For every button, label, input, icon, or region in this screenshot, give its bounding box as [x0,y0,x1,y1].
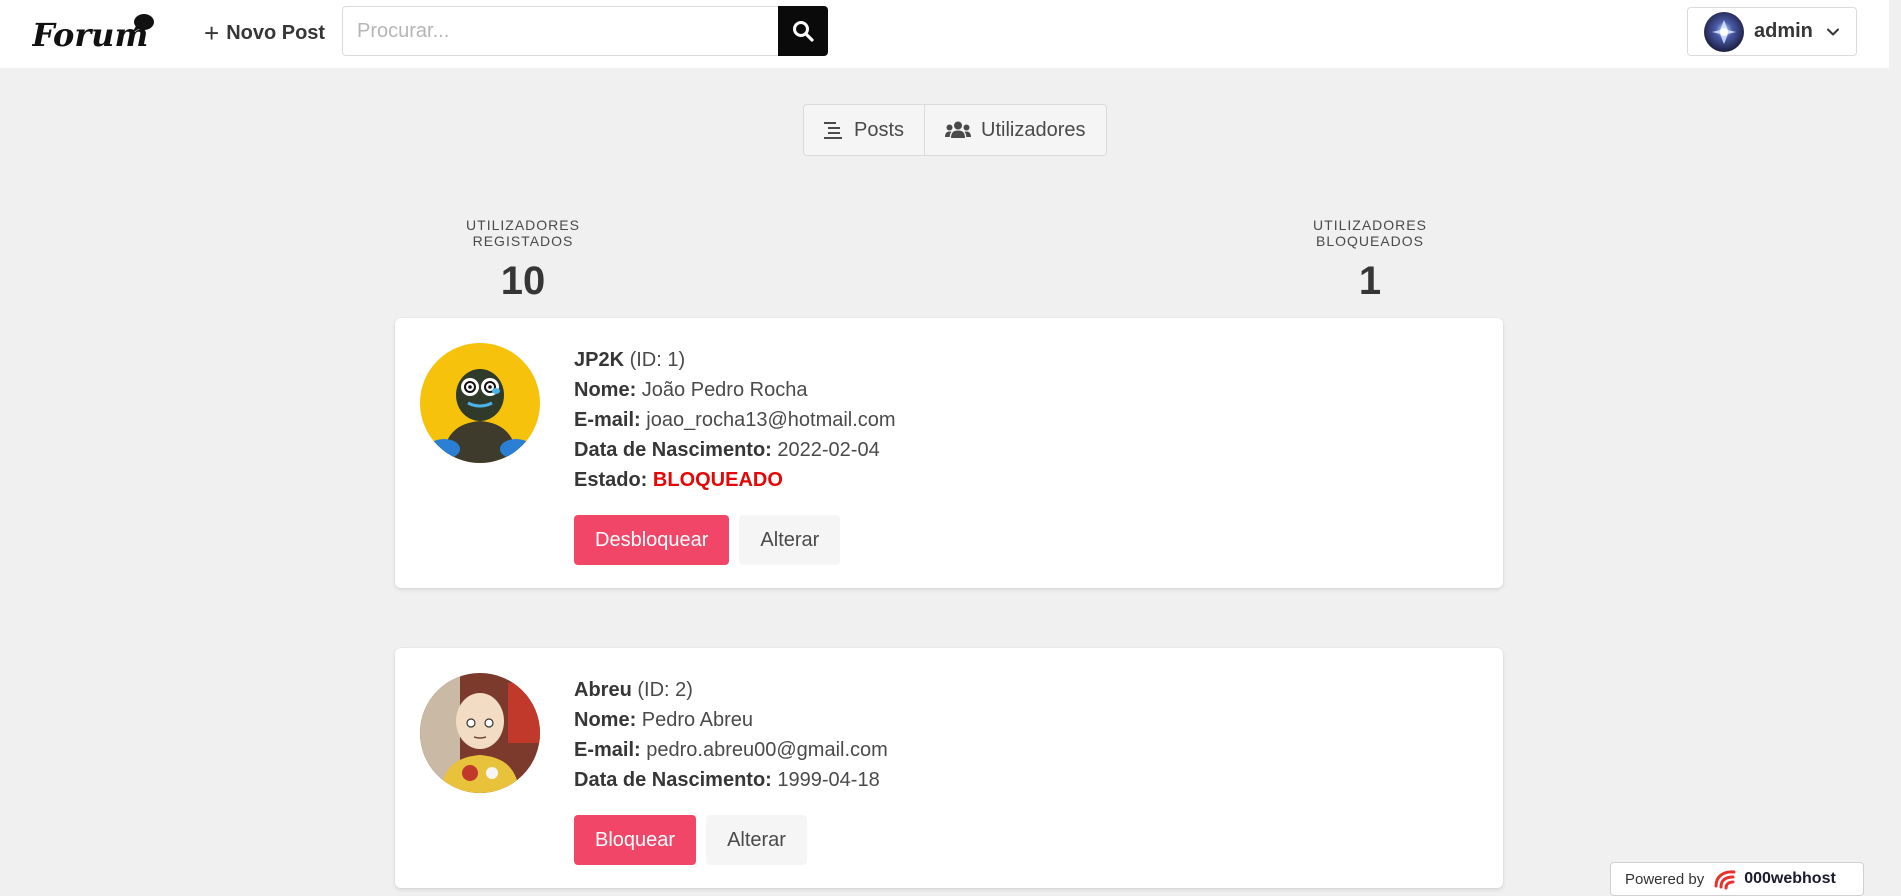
user-username: Abreu [574,679,632,701]
user-email-label: E-mail: [574,739,641,761]
user-details: Abreu (ID: 2) Nome: Pedro Abreu E-mail: … [574,675,888,865]
user-heading: JP2K (ID: 1) [574,345,896,375]
admin-avatar [1704,11,1744,52]
user-menu-dropdown[interactable]: admin [1687,7,1857,56]
plus-icon: + [204,18,220,48]
search-icon [793,21,814,42]
user-birth-label: Data de Nascimento: [574,439,772,461]
user-avatar [420,673,540,793]
user-heading: Abreu (ID: 2) [574,675,888,705]
stat-blocked-value: 1 [1358,259,1382,303]
user-details: JP2K (ID: 1) Nome: João Pedro Rocha E-ma… [574,345,896,565]
user-avatar [420,343,540,463]
edit-button[interactable]: Alterar [706,815,807,865]
user-birth-row: Data de Nascimento: 1999-04-18 [574,765,888,795]
list-icon [824,122,842,139]
tab-posts[interactable]: Posts [804,105,924,155]
webhost-logo-icon [1714,870,1736,890]
new-post-label: Novo Post [226,21,326,44]
powered-by-badge[interactable]: Powered by 000webhost [1610,862,1864,896]
user-birth-date: 1999-04-18 [777,769,880,791]
user-email: pedro.abreu00@gmail.com [646,739,888,761]
user-full-name: Pedro Abreu [641,709,753,731]
user-actions: Desbloquear Alterar [574,515,896,565]
tab-users-label: Utilizadores [981,118,1086,141]
tab-users[interactable]: Utilizadores [924,105,1105,155]
logo-text: Forum [32,16,148,54]
user-email-label: E-mail: [574,409,641,431]
user-name-row: Nome: Pedro Abreu [574,705,888,735]
user-full-name: João Pedro Rocha [641,379,808,401]
page-scrollbar[interactable] [1889,0,1901,892]
user-birth-row: Data de Nascimento: 2022-02-04 [574,435,896,465]
user-email-row: E-mail: pedro.abreu00@gmail.com [574,735,888,765]
user-name-row: Nome: João Pedro Rocha [574,375,896,405]
status-badge: BLOQUEADO [652,469,783,491]
chevron-down-icon [1826,28,1839,35]
user-name-label: Nome: [574,709,637,731]
user-username: JP2K [574,349,625,371]
users-icon [945,121,972,138]
stat-blocked-heading: Utilizadores Bloqueados [1313,217,1427,249]
tab-posts-label: Posts [854,118,905,141]
user-birth-date: 2022-02-04 [777,439,880,461]
forum-logo[interactable]: Forum [32,12,154,54]
search-input[interactable] [342,6,778,56]
unblock-button[interactable]: Desbloquear [574,515,730,565]
new-post-button[interactable]: + Novo Post [204,18,325,48]
top-navbar: Forum + Novo Post Procurar... admin [0,0,1901,68]
stat-blocked-users: Utilizadores Bloqueados 1 [1262,217,1478,303]
admin-tabs: Posts Utilizadores [803,104,1107,156]
user-id: (ID: 2) [637,679,693,701]
powered-by-label: Powered by [1625,870,1705,888]
user-name: admin [1754,20,1813,42]
user-birth-label: Data de Nascimento: [574,769,772,791]
stat-registered-value: 10 [500,259,546,303]
stat-registered-heading: Utilizadores Registados [466,217,580,249]
user-card: JP2K (ID: 1) Nome: João Pedro Rocha E-ma… [395,318,1503,588]
user-card: Abreu (ID: 2) Nome: Pedro Abreu E-mail: … [395,648,1503,888]
user-id: (ID: 1) [629,349,686,371]
search-bar [342,6,828,56]
block-button[interactable]: Bloquear [574,815,697,865]
user-email: joao_rocha13@hotmail.com [646,409,896,431]
user-email-row: E-mail: joao_rocha13@hotmail.com [574,405,896,435]
webhost-brand: 000webhost [1744,870,1836,887]
edit-button[interactable]: Alterar [739,515,841,565]
user-name-label: Nome: [574,379,637,401]
search-button[interactable] [778,6,828,56]
user-actions: Bloquear Alterar [574,815,888,865]
user-status-label: Estado: [574,469,648,491]
user-status-row: Estado: BLOQUEADO [574,465,896,495]
stat-registered-users: Utilizadores Registados 10 [418,217,628,303]
